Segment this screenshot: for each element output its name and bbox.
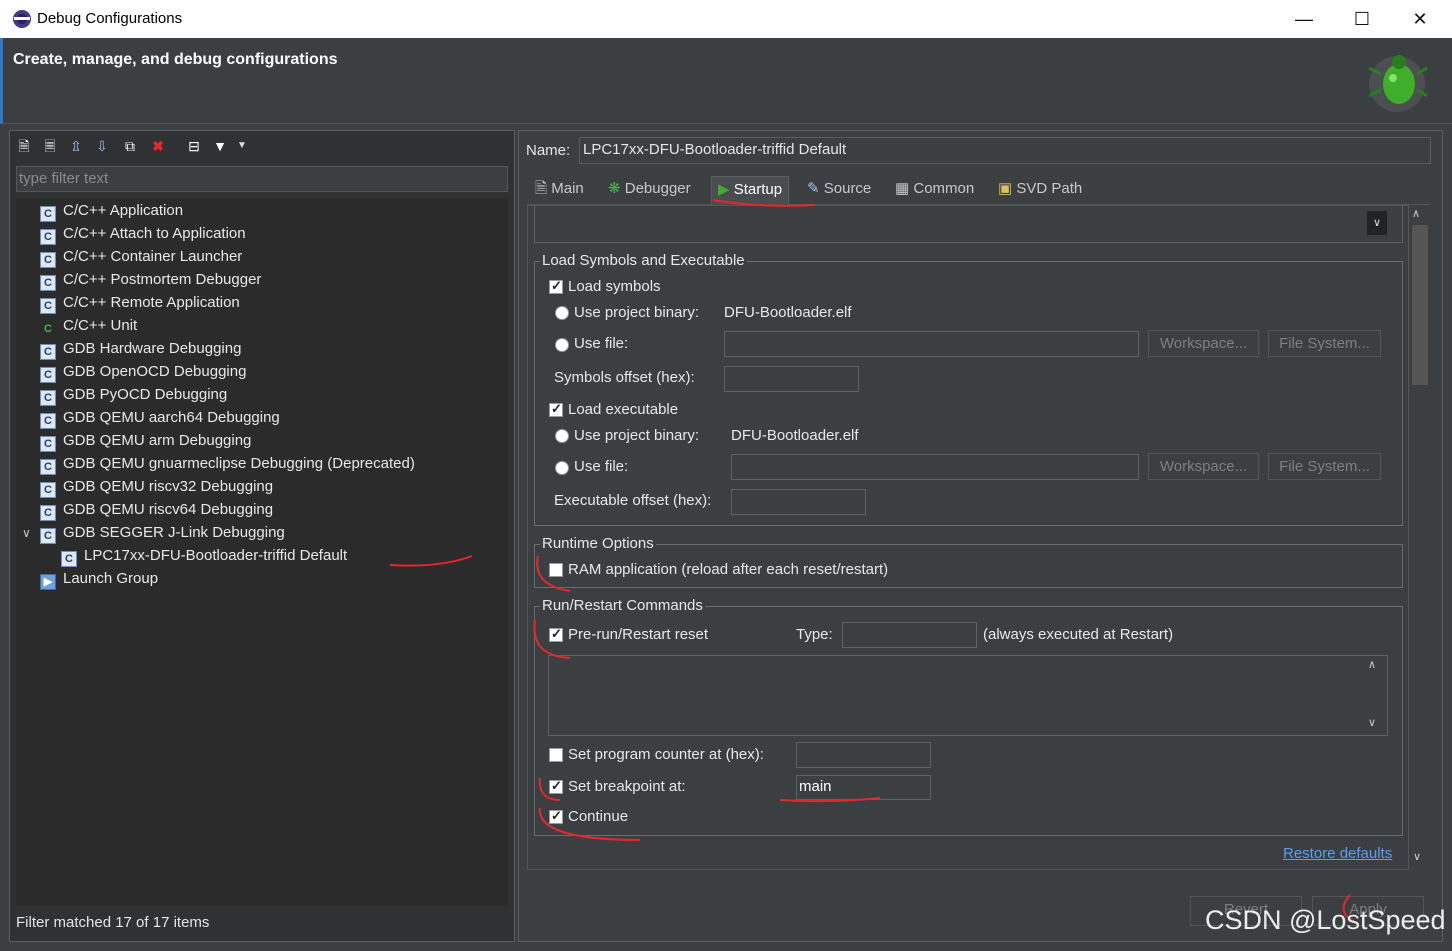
watermark: CSDN @LostSpeed [1205,905,1446,935]
red-annotations [389,199,1356,923]
